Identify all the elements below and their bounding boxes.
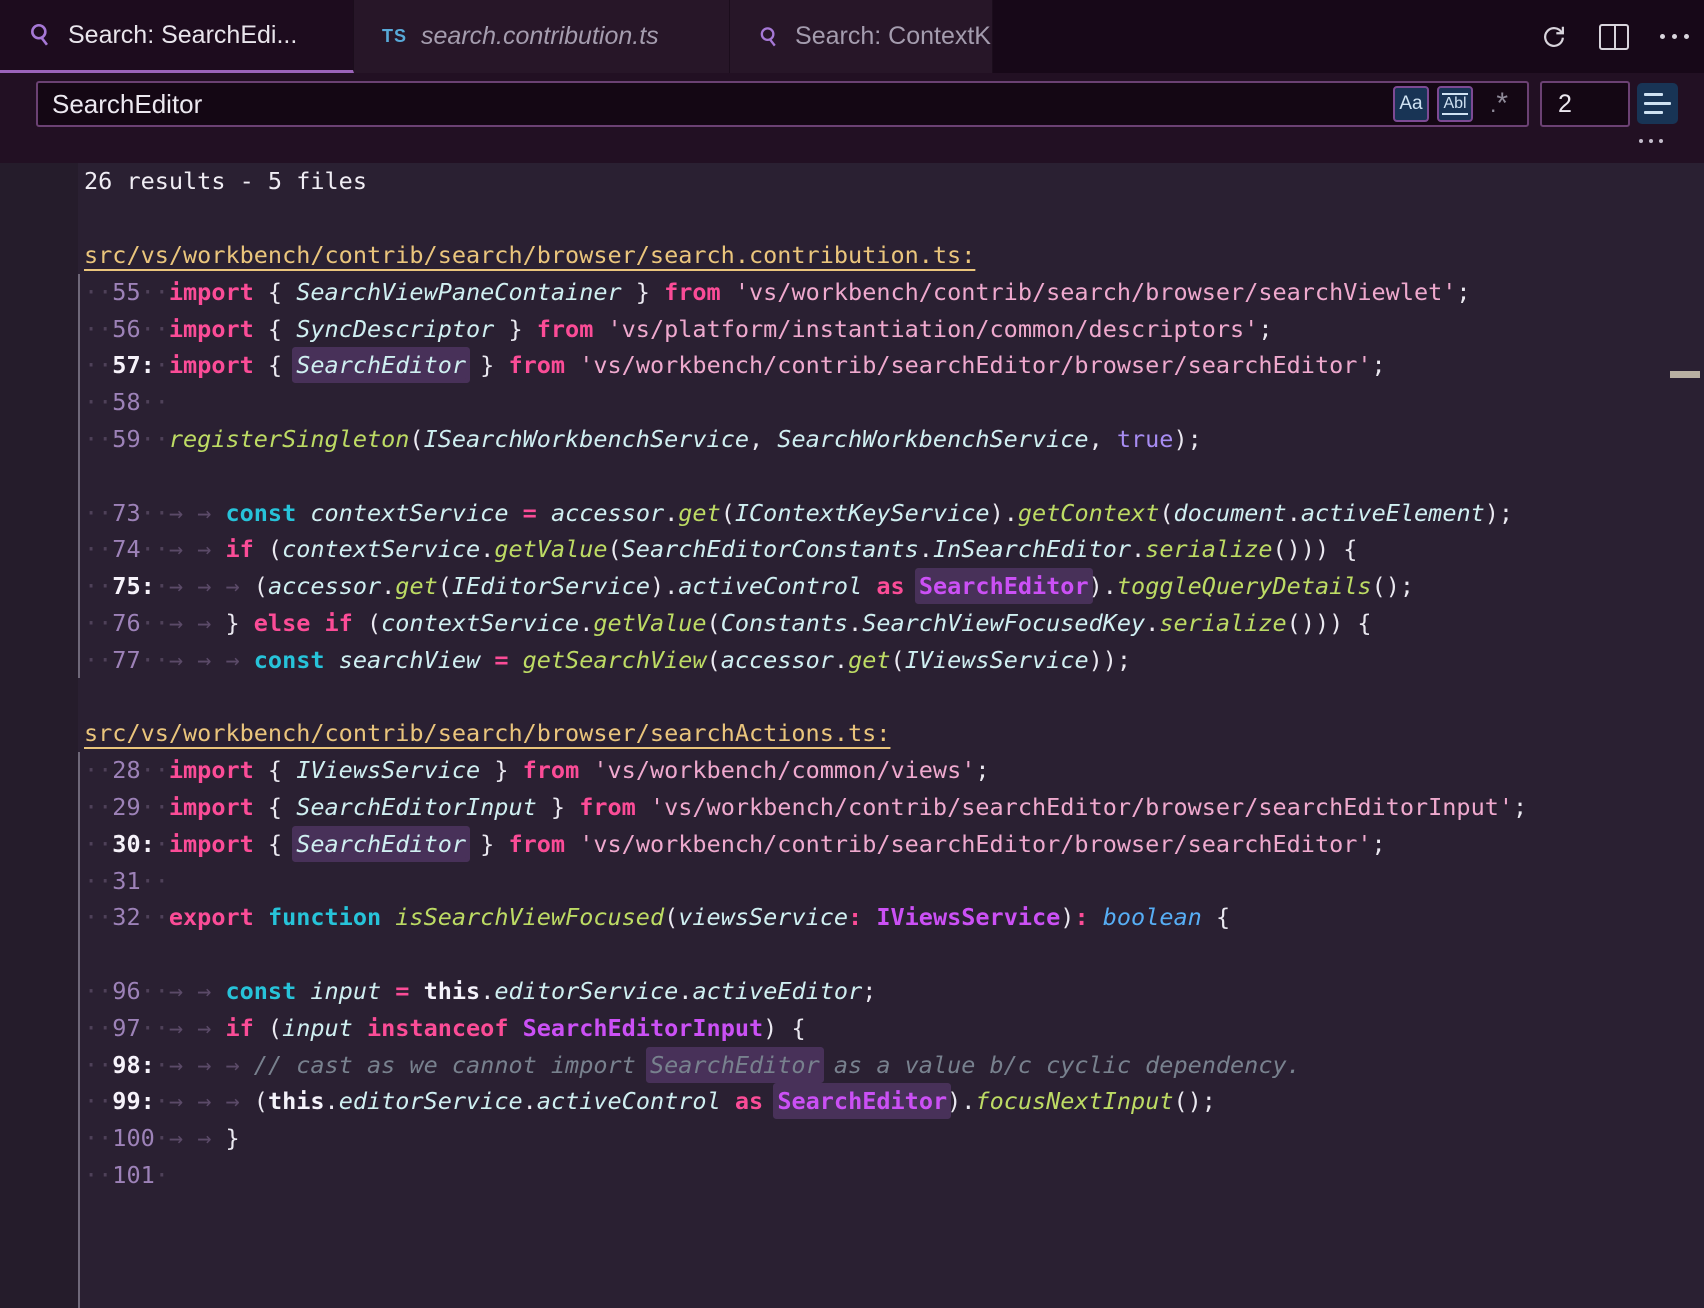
result-line-57[interactable]: ··57:·import { SearchEditor } from 'vs/w… (0, 347, 1704, 384)
search-icon (28, 22, 54, 48)
result-line-100[interactable]: ··100·→ → } (0, 1120, 1704, 1157)
result-line-76[interactable]: ··76··→ → } else if (contextService.getV… (0, 605, 1704, 642)
context-lines-input[interactable] (1542, 83, 1628, 125)
file-result-header[interactable]: src/vs/workbench/contrib/search/browser/… (0, 715, 1704, 752)
file-result-header[interactable]: src/vs/workbench/contrib/search/browser/… (0, 237, 1704, 274)
refresh-button[interactable] (1524, 14, 1584, 60)
more-actions-icon (1660, 34, 1689, 39)
blank-line[interactable] (0, 457, 1704, 494)
search-details-icon (1644, 93, 1663, 96)
tab-list: Search: SearchEdi... TS search.contributio… (0, 0, 1704, 73)
blank-line[interactable] (0, 200, 1704, 237)
ts-icon: TS (382, 26, 407, 47)
result-line-59[interactable]: ··59··registerSingleton(ISearchWorkbench… (0, 421, 1704, 458)
search-option-toggles: Aa Abl .* (1393, 86, 1517, 122)
whole-word-icon: Abl (1442, 93, 1467, 115)
blank-line[interactable] (0, 678, 1704, 715)
result-line-32[interactable]: ··32··export function isSearchViewFocuse… (0, 899, 1704, 936)
tab-search-searchedi-[interactable]: Search: SearchEdi... (0, 0, 354, 73)
regex-icon: .* (1490, 92, 1508, 116)
tab-search-contribution-ts[interactable]: TS search.contribution.ts (354, 0, 730, 73)
match-case-icon: Aa (1399, 93, 1422, 115)
context-lines-box (1540, 81, 1630, 127)
tab-bar: Search: SearchEdi... TS search.contributio… (0, 0, 1704, 73)
result-line-55[interactable]: ··55··import { SearchViewPaneContainer }… (0, 273, 1704, 310)
toggle-search-details-button[interactable] (1637, 83, 1678, 124)
match-case-toggle[interactable]: Aa (1393, 86, 1429, 122)
editor-toolbar (1524, 0, 1704, 73)
tab-label: Search: SearchEdi... (68, 21, 297, 50)
more-search-actions-button[interactable] (1639, 139, 1663, 143)
result-line-56[interactable]: ··56··import { SyncDescriptor } from 'vs… (0, 310, 1704, 347)
result-line-77[interactable]: ··77··→ → → const searchView = getSearch… (0, 641, 1704, 678)
search-results-editor[interactable]: 26 results - 5 files src/vs/workbench/con… (0, 163, 1704, 1308)
file-path-link[interactable]: src/vs/workbench/contrib/search/browser/… (84, 241, 975, 269)
search-icon (758, 24, 781, 50)
search-bar: Aa Abl .* (0, 73, 1704, 163)
result-line-99[interactable]: ··99:·→ → → (this.editorService.activeCo… (0, 1083, 1704, 1120)
split-editor-button[interactable] (1584, 14, 1644, 60)
result-line-73[interactable]: ··73··→ → const contextService = accesso… (0, 494, 1704, 531)
split-editor-icon (1599, 24, 1629, 50)
blank-line[interactable] (0, 936, 1704, 973)
search-editor-window: Search: SearchEdi... TS search.contributio… (0, 0, 1704, 1308)
file-path-link[interactable]: src/vs/workbench/contrib/search/browser/… (84, 719, 890, 747)
tab-label: Search: ContextKey (795, 22, 992, 51)
result-line-96[interactable]: ··96··→ → const input = this.editorServi… (0, 973, 1704, 1010)
result-line-30[interactable]: ··30:·import { SearchEditor } from 'vs/w… (0, 825, 1704, 862)
result-line-101[interactable]: ··101· (0, 1157, 1704, 1194)
result-line-74[interactable]: ··74··→ → if (contextService.getValue(Se… (0, 531, 1704, 568)
result-line-29[interactable]: ··29··import { SearchEditorInput } from … (0, 789, 1704, 826)
result-line-97[interactable]: ··97··→ → if (input instanceof SearchEdi… (0, 1009, 1704, 1046)
result-line-75[interactable]: ··75:·→ → → (accessor.get(IEditorService… (0, 568, 1704, 605)
search-input[interactable] (38, 83, 1527, 125)
results-summary[interactable]: 26 results - 5 files (0, 163, 1704, 200)
regex-toggle[interactable]: .* (1481, 86, 1517, 122)
whole-word-toggle[interactable]: Abl (1437, 86, 1473, 122)
more-actions-button[interactable] (1644, 14, 1704, 60)
result-line-28[interactable]: ··28··import { IViewsService } from 'vs/… (0, 752, 1704, 789)
result-line-31[interactable]: ··31·· (0, 862, 1704, 899)
search-query-box: Aa Abl .* (36, 81, 1529, 127)
refresh-icon (1540, 23, 1568, 51)
result-line-58[interactable]: ··58·· (0, 384, 1704, 421)
tab-label: search.contribution.ts (421, 22, 659, 51)
result-line-98[interactable]: ··98:·→ → → // cast as we cannot import … (0, 1046, 1704, 1083)
tab-search-contextkey[interactable]: Search: ContextKey (730, 0, 993, 73)
